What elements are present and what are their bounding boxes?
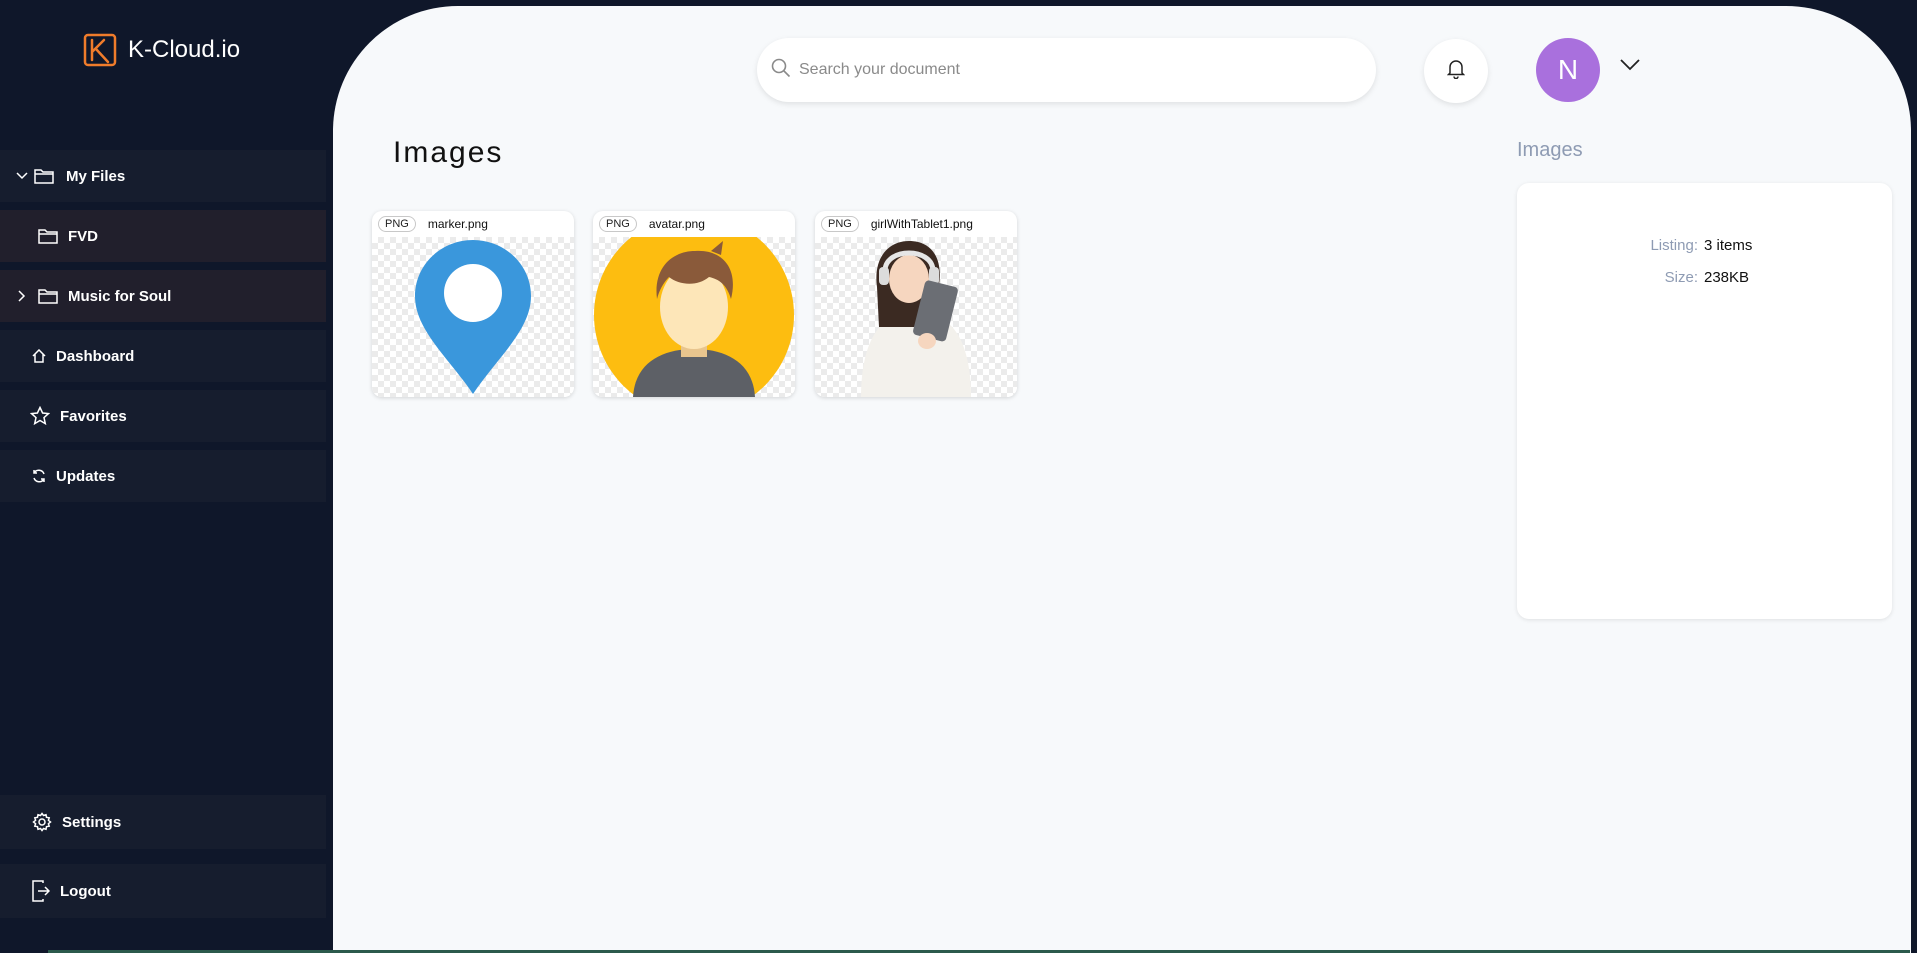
file-tile-avatar[interactable]: PNG avatar.png	[593, 211, 795, 397]
sidebar-item-label: Settings	[62, 813, 122, 831]
sidebar-item-label: Dashboard	[56, 347, 135, 365]
chevron-right-icon[interactable]	[12, 290, 32, 302]
file-name: marker.png	[427, 217, 488, 231]
tile-header: PNG marker.png	[372, 211, 574, 237]
folder-icon	[34, 168, 54, 184]
sidebar-item-fvd[interactable]: FVD	[0, 210, 326, 262]
folder-icon	[38, 228, 58, 244]
chevron-down-icon[interactable]	[12, 172, 32, 180]
sidebar: K-Cloud.io My Files FVD Music for Soul D…	[0, 0, 333, 953]
sidebar-item-label: Favorites	[60, 407, 127, 425]
sidebar-item-label: My Files	[66, 167, 126, 185]
file-name: girlWithTablet1.png	[870, 217, 973, 231]
person-avatar-icon	[594, 237, 794, 397]
main-panel: N Images PNG marker.png PNG avatar.png	[333, 6, 1911, 953]
file-tile-marker[interactable]: PNG marker.png	[372, 211, 574, 397]
logo[interactable]: K-Cloud.io	[82, 32, 240, 68]
size-value: 238KB	[1704, 269, 1750, 286]
gear-icon	[32, 812, 52, 832]
search-input[interactable]	[799, 61, 1359, 79]
k-cloud-logo-icon	[83, 33, 117, 67]
avatar[interactable]: N	[1536, 38, 1600, 102]
sidebar-item-label: Logout	[60, 882, 111, 900]
page-title: Images	[393, 136, 504, 169]
bell-icon	[1446, 59, 1466, 84]
listing-label: Listing:	[1650, 237, 1698, 254]
tile-header: PNG avatar.png	[593, 211, 795, 237]
details-card: Listing: 3 items Size: 238KB	[1517, 183, 1892, 619]
sidebar-item-music-for-soul[interactable]: Music for Soul	[0, 270, 326, 322]
map-marker-icon	[415, 240, 531, 394]
sidebar-item-favorites[interactable]: Favorites	[0, 390, 326, 442]
file-type-badge: PNG	[821, 216, 859, 232]
search-bar[interactable]	[757, 38, 1376, 102]
search-icon	[771, 58, 791, 83]
listing-value: 3 items	[1704, 237, 1753, 254]
file-type-badge: PNG	[599, 216, 637, 232]
tile-header: PNG girlWithTablet1.png	[815, 211, 1017, 237]
file-tile-girl-with-tablet[interactable]: PNG girlWithTablet1.png	[815, 211, 1017, 397]
sidebar-item-logout[interactable]: Logout	[0, 864, 326, 918]
app-name: K-Cloud.io	[128, 36, 241, 63]
file-thumbnail	[372, 237, 574, 397]
person-with-tablet-image	[861, 241, 971, 397]
sidebar-item-label: Music for Soul	[68, 287, 172, 305]
notifications-button[interactable]	[1424, 39, 1488, 103]
sidebar-item-settings[interactable]: Settings	[0, 795, 326, 849]
avatar-initial: N	[1557, 54, 1579, 85]
sidebar-item-updates[interactable]: Updates	[0, 450, 326, 502]
chevron-down-icon[interactable]	[1619, 58, 1641, 77]
sidebar-item-label: FVD	[68, 227, 98, 245]
file-type-badge: PNG	[378, 216, 416, 232]
sidebar-item-dashboard[interactable]: Dashboard	[0, 330, 326, 382]
file-name: avatar.png	[648, 217, 705, 231]
sidebar-item-label: Updates	[56, 467, 116, 485]
details-title: Images	[1517, 139, 1583, 161]
folder-icon	[38, 288, 58, 304]
file-thumbnail	[593, 237, 795, 397]
logout-icon	[32, 880, 50, 902]
star-icon	[30, 406, 50, 426]
sidebar-item-my-files[interactable]: My Files	[0, 150, 326, 202]
home-icon	[32, 349, 46, 363]
refresh-icon	[32, 469, 46, 483]
file-thumbnail	[815, 237, 1017, 397]
size-label: Size:	[1664, 269, 1698, 286]
